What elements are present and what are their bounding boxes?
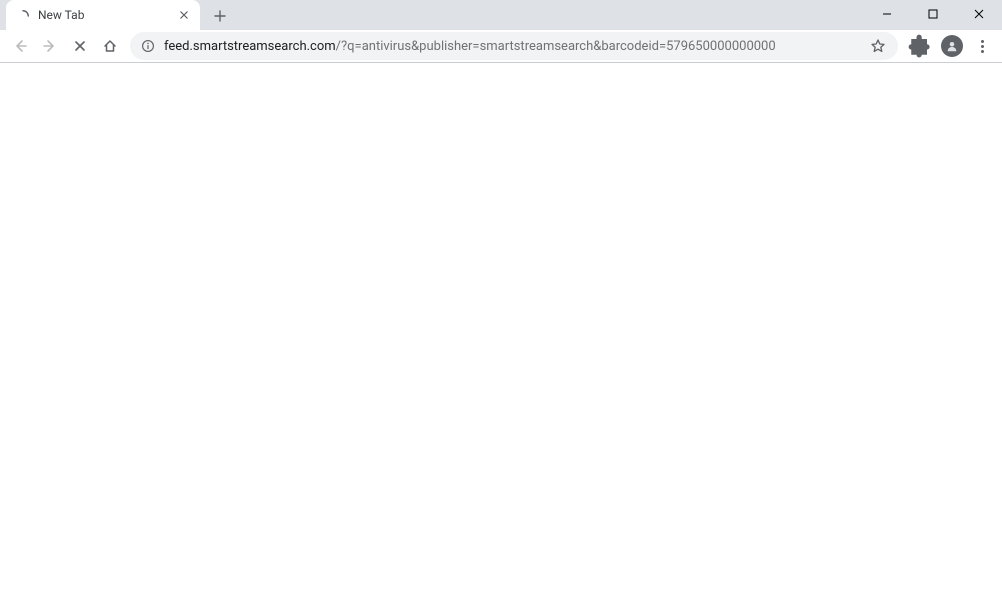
home-button[interactable] xyxy=(96,32,124,60)
close-window-button[interactable] xyxy=(956,0,1002,28)
minimize-button[interactable] xyxy=(864,0,910,28)
menu-button[interactable] xyxy=(968,32,996,60)
new-tab-button[interactable] xyxy=(206,2,234,30)
tab-active[interactable]: New Tab xyxy=(6,0,200,30)
url-path: /?q=antivirus&publisher=smartstreamsearc… xyxy=(336,39,776,54)
star-icon xyxy=(870,38,886,54)
arrow-left-icon xyxy=(12,38,28,54)
address-bar[interactable]: feed.smartstreamsearch.com/?q=antivirus&… xyxy=(130,32,898,60)
home-icon xyxy=(102,38,118,54)
url-text: feed.smartstreamsearch.com/?q=antivirus&… xyxy=(164,39,868,54)
tab-close-button[interactable] xyxy=(176,7,192,23)
profile-button[interactable] xyxy=(938,32,966,60)
extensions-button[interactable] xyxy=(906,32,934,60)
loading-spinner-icon xyxy=(16,8,30,22)
dot-icon xyxy=(981,45,984,48)
dot-icon xyxy=(981,50,984,53)
stop-reload-button[interactable] xyxy=(66,32,94,60)
tab-strip: New Tab xyxy=(0,0,1002,30)
back-button[interactable] xyxy=(6,32,34,60)
info-icon xyxy=(141,39,155,53)
extension-icon xyxy=(906,32,934,60)
plus-icon xyxy=(214,10,226,22)
maximize-icon xyxy=(928,9,938,19)
minimize-icon xyxy=(882,9,892,19)
tab-title: New Tab xyxy=(38,8,176,22)
avatar-icon xyxy=(941,35,963,57)
forward-button[interactable] xyxy=(36,32,64,60)
toolbar: feed.smartstreamsearch.com/?q=antivirus&… xyxy=(0,30,1002,62)
browser-chrome: New Tab xyxy=(0,0,1002,63)
bookmark-button[interactable] xyxy=(868,36,888,56)
close-icon xyxy=(72,38,88,54)
dot-icon xyxy=(981,40,984,43)
arrow-right-icon xyxy=(42,38,58,54)
url-domain: feed.smartstreamsearch.com xyxy=(164,39,336,54)
page-content xyxy=(0,63,1002,613)
window-controls xyxy=(864,0,1002,28)
close-icon xyxy=(974,9,984,19)
maximize-button[interactable] xyxy=(910,0,956,28)
close-icon xyxy=(180,11,188,19)
site-info-button[interactable] xyxy=(140,38,156,54)
